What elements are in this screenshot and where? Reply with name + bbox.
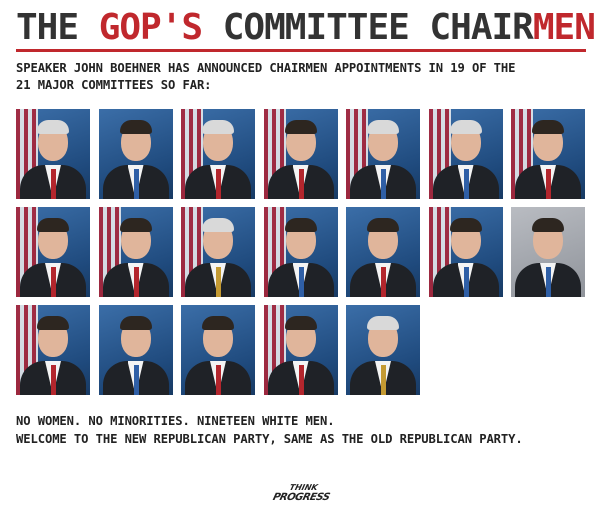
portrait-tie bbox=[51, 169, 56, 199]
portrait-hair bbox=[284, 218, 317, 232]
portrait-tie bbox=[133, 267, 139, 297]
chairman-portrait bbox=[428, 207, 503, 297]
logo-line-1: THINK bbox=[288, 483, 319, 492]
footer-text: NO WOMEN. NO MINORITIES. NINETEEN WHITE … bbox=[16, 412, 596, 448]
portrait-tie bbox=[463, 169, 469, 199]
title-divider bbox=[16, 49, 586, 52]
portrait-hair bbox=[284, 316, 317, 330]
portrait-tie bbox=[298, 267, 304, 297]
chairman-portrait bbox=[346, 305, 420, 395]
think-progress-logo: THINK PROGRESS bbox=[268, 483, 337, 504]
portrait-tie bbox=[381, 169, 386, 199]
portrait-tie bbox=[546, 169, 551, 199]
portrait-tie bbox=[298, 169, 304, 199]
portrait-tie bbox=[381, 267, 386, 297]
portrait-hair bbox=[119, 120, 152, 134]
chairman-portrait bbox=[16, 305, 90, 395]
subtitle-line-1: SPEAKER JOHN BOEHNER HAS ANNOUNCED CHAIR… bbox=[16, 61, 516, 75]
chairman-portrait bbox=[181, 305, 255, 395]
chairman-portrait bbox=[346, 109, 420, 199]
portrait-tie bbox=[546, 267, 551, 297]
portrait-tie bbox=[133, 169, 139, 199]
portrait-grid bbox=[16, 109, 586, 399]
chairman-portrait bbox=[16, 109, 90, 199]
title-part-men: MEN bbox=[532, 7, 596, 48]
portrait-tie bbox=[216, 267, 221, 297]
portrait-hair bbox=[284, 120, 317, 134]
page-title: THE GOP'S COMMITTEE CHAIRMEN bbox=[16, 7, 596, 48]
portrait-hair bbox=[367, 316, 399, 330]
title-part-the: THE bbox=[16, 7, 99, 48]
portrait-hair bbox=[119, 218, 152, 232]
subtitle: SPEAKER JOHN BOEHNER HAS ANNOUNCED CHAIR… bbox=[16, 60, 591, 94]
portrait-tie bbox=[216, 169, 221, 199]
chairman-portrait bbox=[263, 305, 338, 395]
portrait-hair bbox=[37, 218, 69, 232]
portrait-tie bbox=[51, 267, 56, 297]
title-part-committee-chair: COMMITTEE CHAIR bbox=[202, 7, 534, 48]
portrait-hair bbox=[37, 316, 69, 330]
chairman-portrait bbox=[511, 109, 585, 199]
portrait-hair bbox=[202, 218, 234, 232]
portrait-tie bbox=[51, 365, 56, 395]
portrait-hair bbox=[449, 218, 482, 232]
portrait-hair bbox=[532, 218, 564, 232]
chairman-portrait bbox=[263, 207, 338, 297]
subtitle-line-2: 21 MAJOR COMMITTEES SO FAR: bbox=[16, 78, 212, 92]
portrait-tie bbox=[381, 365, 386, 395]
chairman-portrait bbox=[98, 109, 173, 199]
portrait-tie bbox=[216, 365, 221, 395]
portrait-tie bbox=[463, 267, 469, 297]
portrait-hair bbox=[367, 120, 399, 134]
portrait-hair bbox=[532, 120, 564, 134]
chairman-portrait bbox=[16, 207, 90, 297]
portrait-hair bbox=[202, 316, 234, 330]
portrait-hair bbox=[37, 120, 69, 134]
chairman-portrait bbox=[428, 109, 503, 199]
chairman-portrait bbox=[263, 109, 338, 199]
portrait-hair bbox=[449, 120, 482, 134]
title-part-gops: GOP'S bbox=[98, 7, 203, 48]
footer-line-2: WELCOME TO THE NEW REPUBLICAN PARTY, SAM… bbox=[16, 432, 523, 446]
chairman-portrait bbox=[181, 109, 255, 199]
logo-line-2: PROGRESS bbox=[271, 492, 331, 503]
footer-line-1: NO WOMEN. NO MINORITIES. NINETEEN WHITE … bbox=[16, 414, 335, 428]
chairman-portrait bbox=[511, 207, 585, 297]
portrait-tie bbox=[298, 365, 304, 395]
chairman-portrait bbox=[181, 207, 255, 297]
chairman-portrait bbox=[346, 207, 420, 297]
portrait-tie bbox=[133, 365, 139, 395]
portrait-hair bbox=[119, 316, 152, 330]
chairman-portrait bbox=[98, 207, 173, 297]
portrait-hair bbox=[202, 120, 234, 134]
chairman-portrait bbox=[98, 305, 173, 395]
portrait-hair bbox=[367, 218, 399, 232]
